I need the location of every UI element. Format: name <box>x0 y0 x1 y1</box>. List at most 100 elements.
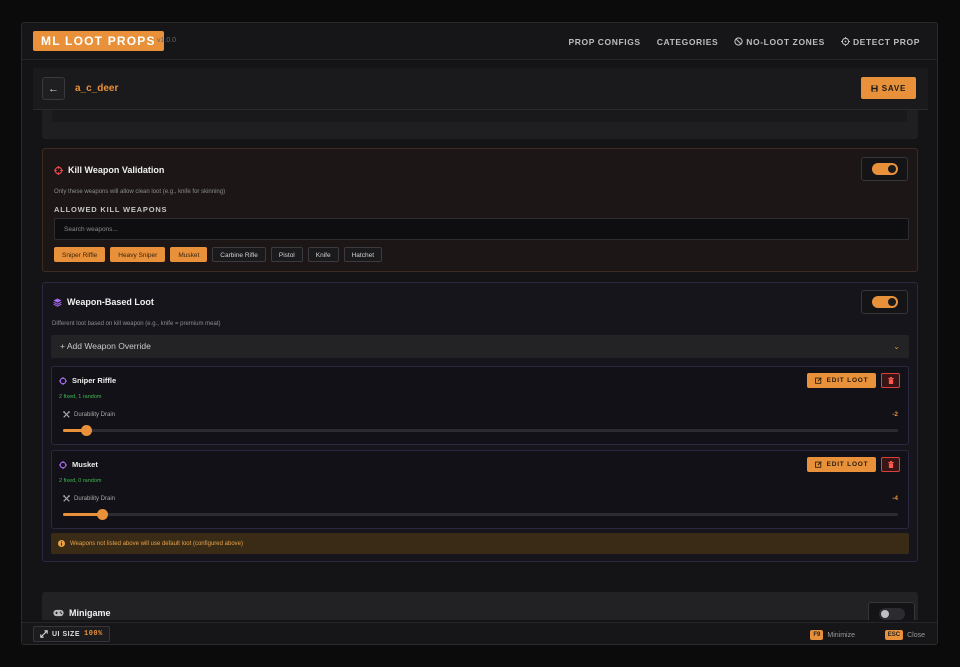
minigame-title: Minigame <box>69 608 111 618</box>
previous-section-panel <box>42 110 918 139</box>
nav-label: PROP CONFIGS <box>568 36 641 47</box>
weapon-chip-sniper-riffle[interactable]: Sniper Riffle <box>54 247 106 262</box>
override-heading: Musket <box>59 460 98 469</box>
editor-header: ← a_c_deer SAVE <box>33 68 928 110</box>
close-label: Close <box>907 631 925 639</box>
minigame-panel: Minigame <box>42 592 918 620</box>
minigame-toggle-box <box>868 602 915 620</box>
ui-size-label: UI SIZE <box>52 630 81 638</box>
save-label: SAVE <box>881 83 907 93</box>
default-loot-note: Weapons not listed above will use defaul… <box>51 533 909 554</box>
weapon-chip-carbine-rifle[interactable]: Carbine Rifle <box>212 247 266 262</box>
kill-validation-description: Only these weapons will allow clean loot… <box>54 189 226 195</box>
ui-size-value: 100% <box>84 630 103 638</box>
main-nav: PROP CONFIGS CATEGORIES NO-LOOT ZONES DE… <box>568 23 920 60</box>
nav-no-loot-zones[interactable]: NO-LOOT ZONES <box>734 37 825 47</box>
editor-scroll-area[interactable]: Kill Weapon Validation Only these weapon… <box>33 110 928 620</box>
weapon-chip-knife[interactable]: Knife <box>307 247 339 262</box>
minimize-hint[interactable]: F9 Minimize <box>810 623 855 644</box>
app-version: v1.0.0 <box>157 37 177 44</box>
durability-drain-value: -2 <box>892 411 898 418</box>
weapon-loot-toggle[interactable] <box>871 296 898 308</box>
weapon-chip-hatchet[interactable]: Hatchet <box>343 247 382 262</box>
toggle-knob <box>887 298 896 306</box>
ui-size-control[interactable]: UI SIZE 100% <box>33 626 110 642</box>
kill-validation-title: Kill Weapon Validation <box>68 165 165 175</box>
toggle-knob <box>880 610 889 618</box>
close-key: ESC <box>884 630 904 640</box>
minigame-heading: Minigame <box>53 608 111 618</box>
crosshair-icon <box>840 37 850 46</box>
allowed-weapons-label: ALLOWED KILL WEAPONS <box>54 205 168 214</box>
minimize-key: F9 <box>810 630 824 640</box>
override-name: Sniper Riffle <box>72 376 117 385</box>
toggle-knob <box>887 165 896 173</box>
override-name: Musket <box>72 460 98 469</box>
weapon-loot-title: Weapon-Based Loot <box>67 297 154 307</box>
weapon-search-input[interactable] <box>54 218 909 240</box>
weapon-chip-list: Sniper Riffle Heavy Sniper Musket Carbin… <box>54 247 382 262</box>
drain-label-text: Durability Drain <box>74 495 116 502</box>
nav-label: NO-LOOT ZONES <box>746 36 825 47</box>
slider-thumb[interactable] <box>97 509 109 520</box>
gamepad-icon <box>53 609 64 617</box>
drain-label-text: Durability Drain <box>74 411 116 418</box>
crosshair-icon <box>54 165 63 175</box>
edit-loot-button[interactable]: EDIT LOOT <box>807 457 876 472</box>
tools-icon <box>63 495 70 502</box>
edit-loot-label: EDIT LOOT <box>826 461 869 468</box>
trash-icon <box>887 377 894 384</box>
durability-drain-label: Durability Drain <box>63 495 115 502</box>
app-window: ML LOOT PROPS v1.0.0 PROP CONFIGS CATEGO… <box>21 22 938 645</box>
add-override-label: + Add Weapon Override <box>60 341 151 351</box>
edit-loot-button[interactable]: EDIT LOOT <box>807 373 876 388</box>
arrow-left-icon: ← <box>48 82 59 95</box>
weapon-chip-musket[interactable]: Musket <box>170 247 208 262</box>
previous-section-content <box>52 110 907 122</box>
nav-label: DETECT PROP <box>852 36 920 47</box>
minimize-label: Minimize <box>827 631 855 639</box>
close-hint[interactable]: ESC Close <box>884 623 925 644</box>
info-icon <box>58 540 65 547</box>
resize-icon <box>40 630 48 638</box>
weapon-loot-description: Different loot based on kill weapon (e.g… <box>52 321 221 327</box>
durability-drain-slider[interactable] <box>63 425 898 436</box>
durability-drain-slider[interactable] <box>63 509 898 520</box>
layers-icon <box>53 297 62 307</box>
override-heading: Sniper Riffle <box>59 376 116 385</box>
kill-validation-heading: Kill Weapon Validation <box>54 165 164 175</box>
nav-prop-configs[interactable]: PROP CONFIGS <box>568 37 640 47</box>
trash-icon <box>887 461 894 468</box>
crosshair-icon <box>59 376 67 385</box>
weapon-override-card: Sniper Riffle 2 fixed, 1 random EDIT LOO… <box>51 366 909 445</box>
minigame-toggle[interactable] <box>878 608 905 620</box>
override-summary: 2 fixed, 1 random <box>59 394 102 400</box>
top-bar: ML LOOT PROPS v1.0.0 PROP CONFIGS CATEGO… <box>22 23 937 60</box>
save-button[interactable]: SAVE <box>861 77 916 99</box>
weapon-override-card: Musket 2 fixed, 0 random EDIT LOOT Durab… <box>51 450 909 529</box>
kill-validation-toggle[interactable] <box>871 163 898 175</box>
kill-validation-toggle-box <box>861 157 908 181</box>
durability-drain-value: -4 <box>892 495 898 502</box>
back-button[interactable]: ← <box>42 77 65 100</box>
ban-icon <box>734 37 743 46</box>
edit-icon <box>814 377 822 384</box>
nav-detect-prop[interactable]: DETECT PROP <box>840 36 920 47</box>
delete-override-button[interactable] <box>881 373 900 388</box>
footer-bar: UI SIZE 100% F9 Minimize ESC Close <box>22 622 937 644</box>
kill-weapon-validation-panel: Kill Weapon Validation Only these weapon… <box>42 148 918 272</box>
note-text: Weapons not listed above will use defaul… <box>70 540 243 547</box>
nav-categories[interactable]: CATEGORIES <box>657 37 719 47</box>
tools-icon <box>63 411 70 418</box>
edit-icon <box>814 461 822 468</box>
weapon-loot-toggle-box <box>861 290 908 314</box>
weapon-chip-pistol[interactable]: Pistol <box>270 247 303 262</box>
add-weapon-override-dropdown[interactable]: + Add Weapon Override ⌄ <box>51 335 909 358</box>
delete-override-button[interactable] <box>881 457 900 472</box>
override-summary: 2 fixed, 0 random <box>59 478 102 484</box>
weapon-chip-heavy-sniper[interactable]: Heavy Sniper <box>110 247 166 262</box>
nav-label: CATEGORIES <box>656 36 719 47</box>
weapon-based-loot-panel: Weapon-Based Loot Different loot based o… <box>42 282 918 562</box>
chevron-down-icon: ⌄ <box>893 342 900 351</box>
slider-thumb[interactable] <box>80 425 92 436</box>
